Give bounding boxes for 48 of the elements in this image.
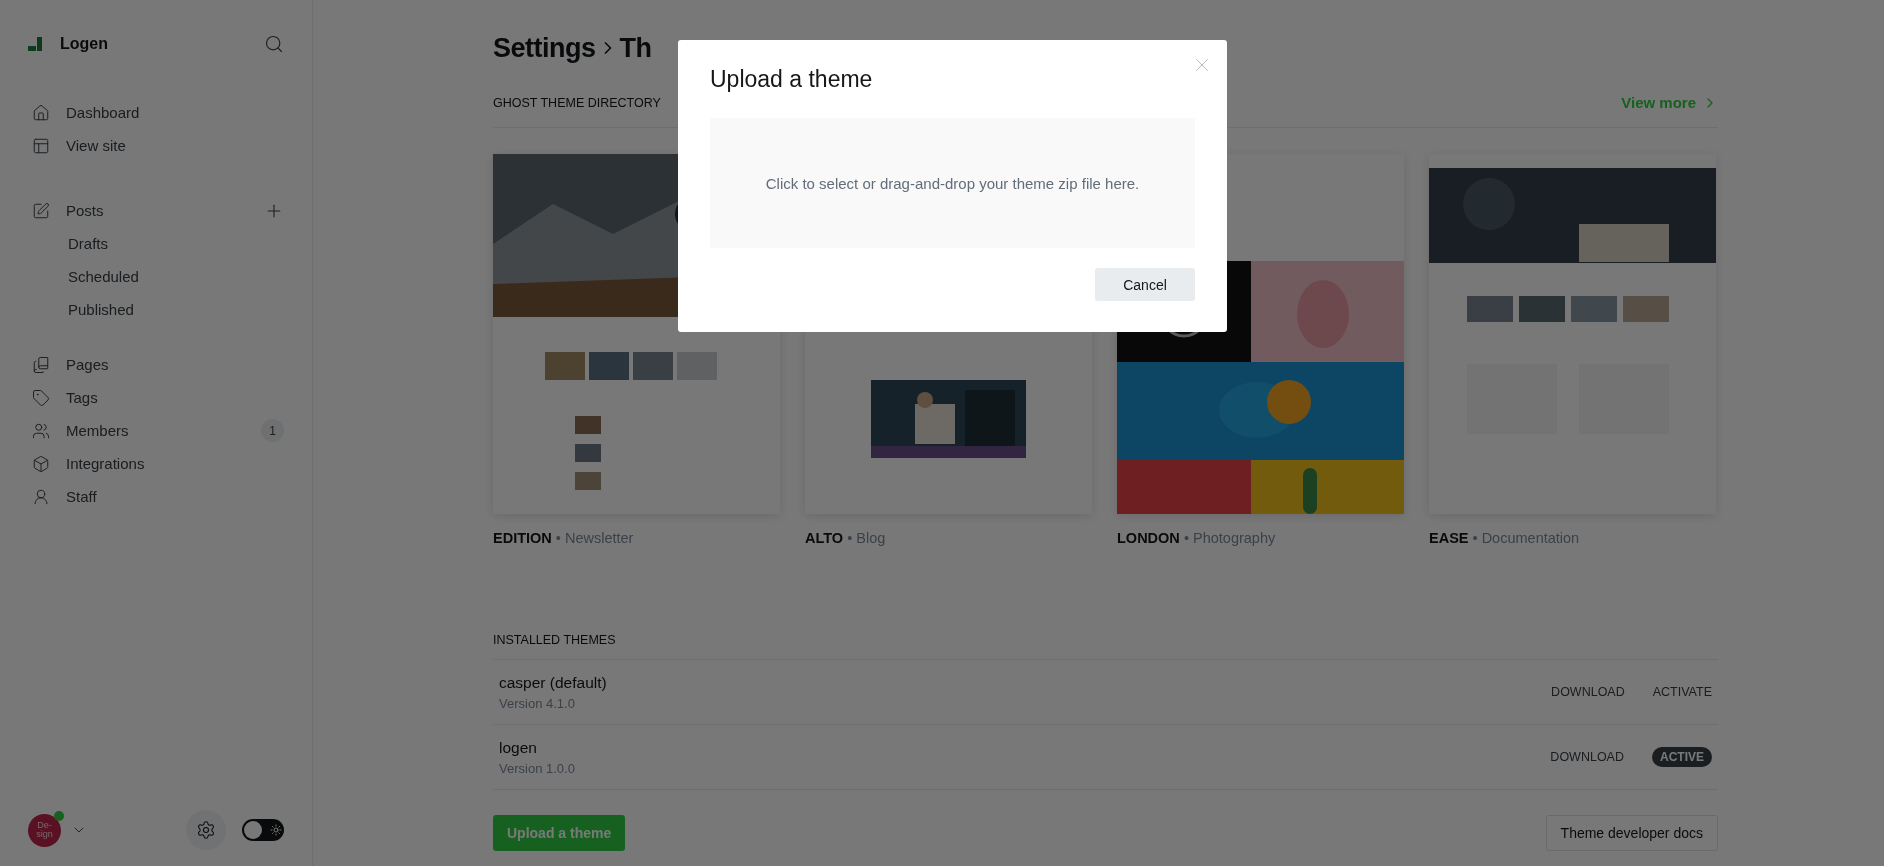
nav-item[interactable]: Posts [28, 194, 284, 227]
theme-name: casper (default) [499, 673, 608, 692]
nav-item[interactable]: Tags [28, 381, 284, 414]
theme-caption: EDITION • Newsletter [493, 530, 635, 546]
edit-icon [32, 201, 50, 220]
nav-item[interactable]: Dashboard [28, 96, 284, 129]
layout-icon [32, 136, 50, 155]
logo-icon [28, 37, 42, 51]
avatar[interactable]: De-sign [28, 813, 61, 847]
nav-item[interactable]: Integrations [28, 447, 284, 480]
theme-caption: LONDON • Photography [1117, 530, 1277, 546]
theme-version: Version 1.0.0 [499, 760, 576, 776]
modal-title: Upload a theme [710, 66, 874, 94]
nav-item[interactable]: View site [28, 129, 284, 162]
count-badge: 1 [261, 419, 284, 442]
cancel-button[interactable]: Cancel [1095, 268, 1195, 301]
house-icon [32, 103, 50, 122]
upload-dropzone[interactable]: Click to select or drag-and-drop your theme zip file here. [710, 118, 1195, 248]
activate-button[interactable]: ACTIVATE [1652, 685, 1712, 699]
people-icon [32, 421, 50, 440]
nav-subitem[interactable]: Scheduled [28, 260, 284, 293]
settings-button[interactable] [186, 810, 226, 850]
nav-item[interactable]: Staff [28, 480, 284, 513]
sun-icon [270, 824, 282, 836]
nav-item[interactable]: Pages [28, 348, 284, 381]
theme-caption: ALTO • Blog [805, 530, 887, 546]
section-heading: INSTALLED THEMES [493, 632, 616, 647]
person-icon [32, 487, 50, 506]
download-button[interactable]: DOWNLOAD [1550, 750, 1624, 764]
theme-version: Version 4.1.0 [499, 695, 576, 711]
gear-icon [196, 820, 216, 840]
theme-caption: EASE • Documentation [1429, 530, 1581, 546]
theme-name: logen [499, 738, 538, 757]
theme-toggle[interactable] [242, 819, 284, 841]
section-heading: GHOST THEME DIRECTORY [493, 95, 661, 110]
page-title: Th [619, 32, 652, 64]
nav-item[interactable]: Members 1 [28, 414, 284, 447]
tag-icon [32, 388, 50, 407]
download-button[interactable]: DOWNLOAD [1551, 685, 1625, 699]
docs-button[interactable]: Theme developer docs [1545, 815, 1718, 851]
pages-icon [32, 355, 50, 374]
cube-icon [32, 454, 50, 473]
page-title: Settings [493, 32, 596, 64]
nav-subitem[interactable]: Published [28, 293, 284, 326]
search-icon[interactable] [264, 34, 284, 54]
nav-subitem[interactable]: Drafts [28, 227, 284, 260]
site-name: Logen [60, 35, 109, 53]
active-badge: ACTIVE [1652, 747, 1712, 767]
